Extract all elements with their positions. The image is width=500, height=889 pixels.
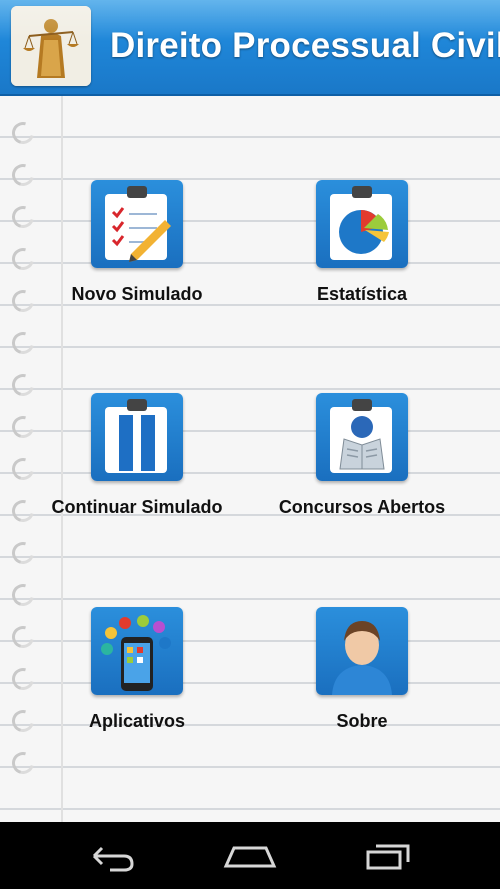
- app-header: Direito Processual Civil: [0, 0, 500, 96]
- binder-ring: [7, 327, 39, 359]
- binder-ring: [7, 411, 39, 443]
- binder-ring: [7, 453, 39, 485]
- binder-ring: [7, 117, 39, 149]
- binder-ring: [7, 495, 39, 527]
- pie-chart-icon: [316, 180, 408, 268]
- binder-ring: [7, 201, 39, 233]
- binder-ring: [7, 537, 39, 569]
- menu-label: Aplicativos: [88, 711, 186, 731]
- clipboard-checklist-icon: [91, 180, 183, 268]
- menu-aplicativos[interactable]: Aplicativos: [47, 607, 227, 732]
- home-icon: [220, 846, 280, 880]
- system-navigation-bar: [0, 822, 500, 889]
- smartphone-apps-icon: [91, 607, 183, 695]
- recent-apps-button[interactable]: [360, 836, 420, 876]
- menu-label: Novo Simulado: [71, 284, 203, 304]
- menu-label: Continuar Simulado: [51, 497, 223, 517]
- recent-apps-icon: [360, 844, 420, 880]
- binder-ring: [7, 705, 39, 737]
- app-title: Direito Processual Civil: [110, 26, 500, 65]
- binder-ring: [7, 369, 39, 401]
- binder-ring: [7, 243, 39, 275]
- binder-ring: [7, 159, 39, 191]
- menu-novo-simulado[interactable]: Novo Simulado: [47, 180, 227, 305]
- menu-estatistica[interactable]: Estatística: [272, 180, 452, 305]
- justice-statue-icon: [11, 6, 91, 86]
- back-arrow-icon: [80, 846, 140, 880]
- binder-ring: [7, 663, 39, 695]
- binder-ring: [7, 285, 39, 317]
- user-profile-icon: [316, 607, 408, 695]
- menu-sobre[interactable]: Sobre: [272, 607, 452, 732]
- menu-concursos-abertos[interactable]: Concursos Abertos: [272, 393, 452, 518]
- binder-ring: [7, 579, 39, 611]
- newspaper-reader-icon: [316, 393, 408, 481]
- menu-label: Estatística: [316, 284, 408, 304]
- back-button[interactable]: [80, 836, 140, 876]
- binder-ring: [7, 747, 39, 779]
- pause-icon: [91, 393, 183, 481]
- menu-label: Concursos Abertos: [278, 497, 446, 517]
- binder-ring: [7, 621, 39, 653]
- menu-continuar-simulado[interactable]: Continuar Simulado: [47, 393, 227, 518]
- menu-label: Sobre: [336, 711, 388, 731]
- home-button[interactable]: [220, 836, 280, 876]
